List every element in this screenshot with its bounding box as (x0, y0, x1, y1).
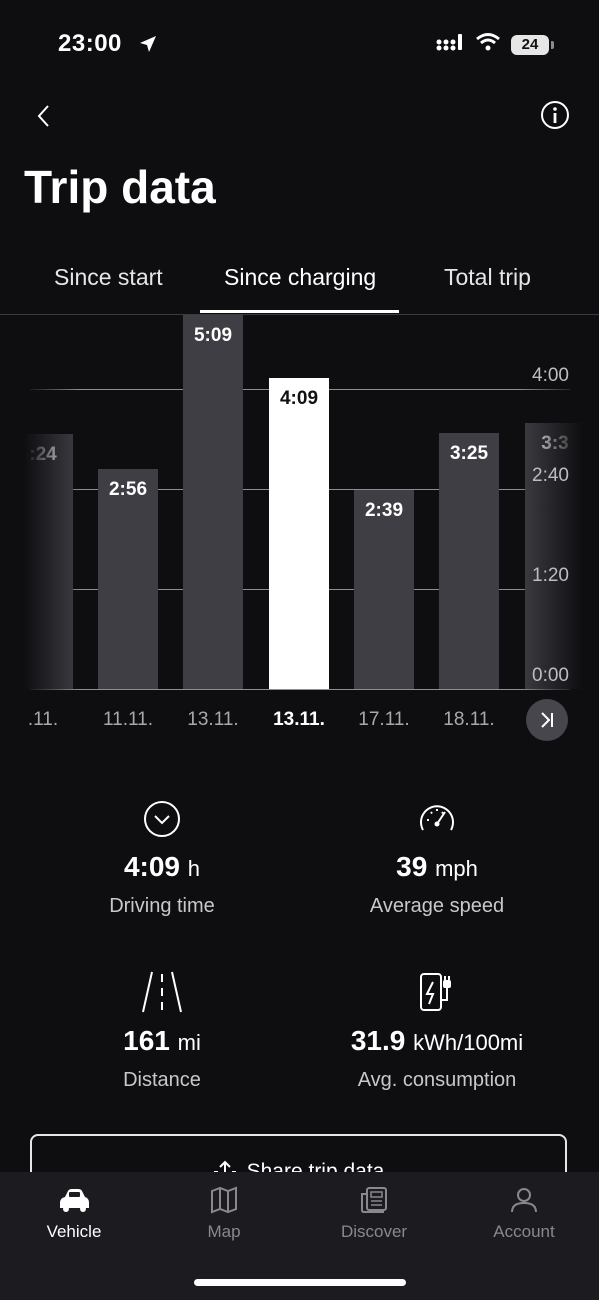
chart-bar[interactable] (439, 432, 499, 689)
road-icon (142, 971, 182, 1013)
stat-consumption: 31.9 kWh/100mi Avg. consumption (297, 970, 577, 1092)
tab-since-start[interactable]: Since start (54, 264, 163, 291)
consumption-label: Avg. consumption (357, 1069, 517, 1091)
chart-bar-value-label: 3:25 (449, 442, 489, 464)
trip-bar-chart: :24.11.2:5611.11.5:0913.11.4:0913.11.2:3… (0, 300, 599, 750)
driving-time-unit: h (187, 856, 201, 881)
nav-account[interactable]: Account (464, 1186, 584, 1242)
distance-unit: mi (177, 1030, 201, 1055)
chart-x-tick-label: 13.11. (187, 709, 239, 730)
chart-x-tick-label: .11. (27, 709, 59, 730)
info-icon (541, 101, 569, 129)
chart-bar-value-label: 2:39 (364, 500, 404, 522)
nav-map-label: Map (207, 1222, 241, 1241)
tab-since-charging[interactable]: Since charging (224, 264, 376, 291)
chart-y-tick-label: 2:40 (532, 465, 569, 486)
chart-bar[interactable] (269, 377, 329, 689)
consumption-value: 31.9 (350, 1025, 406, 1056)
status-indicators: 24 (435, 32, 554, 57)
chart-bar-value-label: 5:09 (193, 325, 233, 346)
tab-total-trip[interactable]: Total trip (444, 264, 531, 291)
cellular-signal-icon (435, 32, 465, 57)
chart-x-tick-label: 18.11. (443, 709, 495, 730)
average-speed-label: Average speed (369, 895, 505, 917)
nav-vehicle-label: Vehicle (46, 1222, 102, 1241)
battery-indicator: 24 (511, 34, 554, 55)
status-time: 23:00 (58, 30, 122, 57)
chart-fade-right (519, 340, 599, 700)
chart-bar-value-label: 2:56 (108, 479, 148, 501)
chart-bar[interactable] (98, 469, 158, 689)
nav-discover-label: Discover (340, 1222, 408, 1241)
chart-x-tick-label: 13.11. (273, 709, 325, 730)
distance-value: 161 (123, 1025, 170, 1056)
nav-account-label: Account (493, 1222, 555, 1241)
car-icon (60, 1189, 89, 1212)
charging-station-icon (420, 973, 451, 1011)
skip-to-latest-button[interactable] (526, 699, 568, 741)
chart-x-tick-label: 17.11. (358, 709, 410, 730)
chart-y-tick-label: 4:00 (532, 365, 569, 386)
speedometer-icon (420, 805, 454, 831)
skip-forward-icon (541, 712, 553, 728)
driving-time-label: Driving time (109, 895, 215, 917)
info-button[interactable] (540, 100, 570, 130)
map-icon (211, 1186, 237, 1214)
driving-time-value: 4:09 (123, 851, 180, 882)
nav-discover[interactable]: Discover (314, 1186, 434, 1242)
average-speed-unit: mph (435, 856, 478, 881)
chart-x-tick-label: 11.11. (102, 709, 153, 730)
stat-driving-time: 4:09 h Driving time (22, 800, 302, 918)
nav-vehicle[interactable]: Vehicle (14, 1186, 134, 1242)
back-button[interactable] (30, 100, 58, 132)
wifi-icon (475, 32, 501, 57)
average-speed-value: 39 (396, 851, 428, 882)
chart-y-tick-label: 0:00 (532, 665, 569, 686)
chart-bar-value-label: 4:09 (279, 387, 319, 409)
chevron-left-icon (37, 105, 49, 127)
stat-average-speed: 39 mph Average speed (297, 800, 577, 918)
news-icon (361, 1187, 387, 1213)
consumption-unit: kWh/100mi (413, 1030, 524, 1055)
location-arrow-icon (138, 34, 158, 59)
chart-gridline (30, 689, 570, 690)
chart-fade-left (0, 340, 80, 700)
chart-bar[interactable] (183, 315, 243, 689)
page-title: Trip data (24, 161, 216, 213)
distance-label: Distance (123, 1069, 201, 1091)
clock-chevron-icon (144, 801, 180, 837)
home-indicator (194, 1279, 406, 1286)
stat-distance: 161 mi Distance (22, 970, 302, 1092)
nav-map[interactable]: Map (164, 1186, 284, 1242)
person-icon (511, 1188, 537, 1213)
chart-y-tick-label: 1:20 (532, 565, 569, 586)
